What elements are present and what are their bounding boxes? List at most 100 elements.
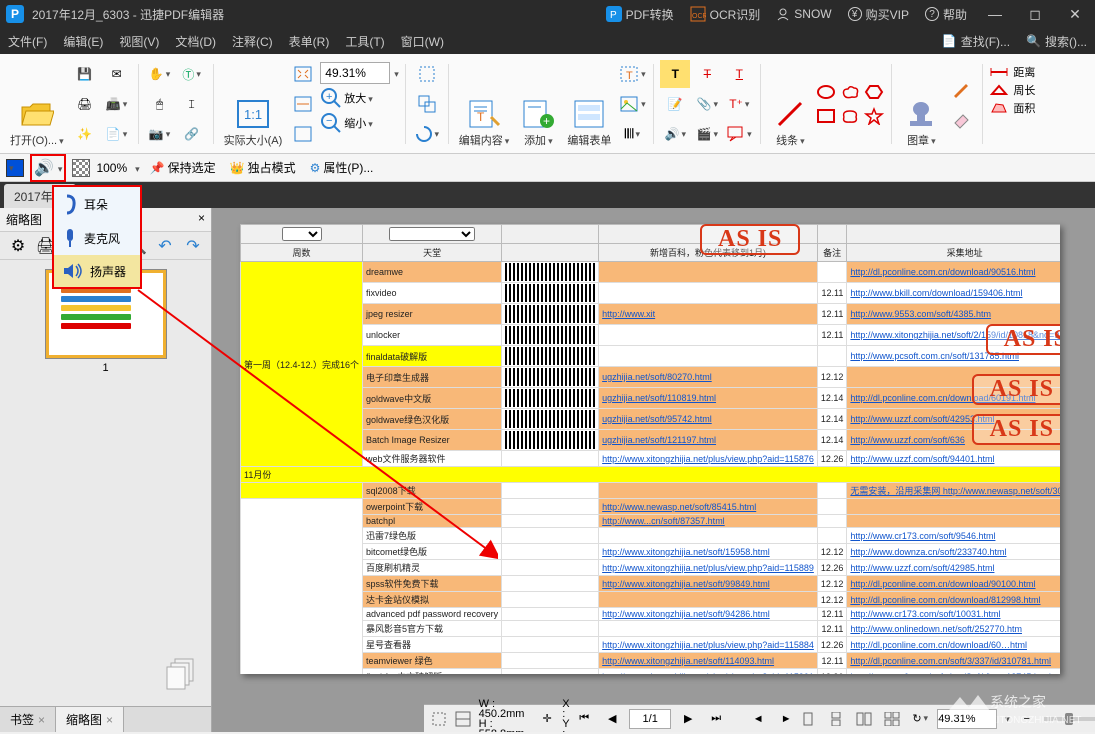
zoom-in-button[interactable]: +放大 [320, 87, 399, 109]
select-tool-button[interactable]: 🖱 [145, 90, 175, 118]
first-page-button[interactable]: ⏮ [573, 708, 595, 730]
new-button[interactable]: ✨ [70, 120, 100, 148]
bookmarks-tab[interactable]: 书签× [0, 707, 56, 732]
menu-form[interactable]: 表单(R) [281, 29, 338, 54]
user-button[interactable]: SNOW [768, 0, 839, 28]
actual-size-button[interactable]: 1:1 实际大小(A) [220, 58, 287, 150]
opacity-dropdown[interactable] [133, 161, 140, 175]
document-viewer[interactable]: AS IS AS IS AS IS AS IS 周数天堂新增百科，粉色代表移到1… [212, 208, 1095, 732]
fit-page-button[interactable] [288, 60, 318, 88]
ibeam-button[interactable]: 𝙸 [177, 90, 207, 118]
rotate-view-button[interactable]: ↻ [909, 708, 931, 730]
search-button[interactable]: 🔍搜索()... [1018, 29, 1095, 54]
email-button[interactable]: ✉ [102, 60, 132, 88]
shape-cloud[interactable] [839, 81, 861, 103]
menu-comment[interactable]: 注释(C) [224, 29, 281, 54]
rotate-button[interactable] [412, 120, 442, 148]
next-page-button[interactable]: ▶ [677, 708, 699, 730]
status-cursor-button[interactable]: ✛ [538, 708, 556, 730]
area-button[interactable]: 面积 [989, 100, 1035, 116]
status-layout-button[interactable] [454, 708, 472, 730]
fit-width-button[interactable] [288, 90, 318, 118]
page-copies-icon[interactable] [165, 657, 199, 696]
open-button[interactable]: 打开(O)... [6, 58, 68, 150]
zoom-input[interactable] [320, 62, 390, 84]
text-comment-button[interactable]: T⁺ [724, 90, 754, 118]
text-box-button[interactable]: T [617, 60, 647, 88]
note-button[interactable]: 📝 [660, 90, 690, 118]
nav-back-button[interactable]: ◄ [747, 708, 769, 730]
scan-button[interactable]: 📠 [102, 90, 132, 118]
add-button[interactable]: + 添加 [515, 58, 561, 150]
snapshot-button[interactable]: 📷 [145, 120, 175, 148]
edit-content-button[interactable]: T 编辑内容 [455, 58, 514, 150]
menu-view[interactable]: 视图(V) [111, 29, 167, 54]
print-button[interactable]: 🖨 [70, 90, 100, 118]
sound-option-speaker[interactable]: 扬声器 [54, 255, 140, 287]
thumb-options-button[interactable]: ⚙ [6, 234, 30, 258]
last-page-button[interactable]: ⏭ [705, 708, 727, 730]
callout-button[interactable] [724, 120, 754, 148]
shape-star[interactable] [863, 105, 885, 127]
shape-hexagon[interactable] [863, 81, 885, 103]
status-crop-button[interactable] [430, 708, 448, 730]
crop-button[interactable] [412, 60, 442, 88]
image-button[interactable] [617, 90, 647, 118]
eraser-button[interactable] [946, 105, 976, 133]
stamp-button[interactable]: 图章 [898, 58, 944, 150]
page-input[interactable] [629, 709, 671, 729]
pattern-swatch[interactable] [72, 159, 90, 177]
thumbnails-tab[interactable]: 缩略图× [56, 707, 124, 732]
barcode-button[interactable]: 𝄃𝄃𝄂 [617, 120, 647, 148]
lines-button[interactable]: 线条 [767, 58, 813, 150]
sound-button[interactable]: 🔊 [660, 120, 690, 148]
keep-selected-toggle[interactable]: 📌保持选定 [146, 157, 220, 178]
sound-option-mic[interactable]: 麦克风 [54, 221, 140, 255]
shape-ellipse[interactable] [815, 81, 837, 103]
menu-document[interactable]: 文档(D) [167, 29, 224, 54]
zoom-slider[interactable] [1044, 717, 1095, 721]
exclusive-mode-toggle[interactable]: 👑独占模式 [226, 157, 300, 178]
header-dropdown-1[interactable] [282, 227, 322, 241]
video-button[interactable]: 🎬 [692, 120, 722, 148]
header-dropdown-2[interactable] [389, 227, 475, 241]
zoom-out-button[interactable]: −缩小 [320, 112, 399, 134]
perimeter-button[interactable]: 周长 [989, 82, 1035, 98]
menu-file[interactable]: 文件(F) [0, 29, 55, 54]
sound-type-button[interactable]: 🔊 [34, 158, 54, 178]
blank-button[interactable]: 📄 [102, 120, 132, 148]
shape-rect[interactable] [815, 105, 837, 127]
thumb-rotate-right[interactable]: ↷ [181, 234, 205, 258]
view-continuous-button[interactable] [825, 708, 847, 730]
highlight-button[interactable]: T [660, 60, 690, 88]
nav-fwd-button[interactable]: ► [775, 708, 797, 730]
thumb-rotate-left[interactable]: ↶ [153, 234, 177, 258]
link-button[interactable]: 🔗 [177, 120, 207, 148]
sound-type-dropdown[interactable] [56, 161, 63, 175]
status-zoom-input[interactable] [937, 709, 997, 729]
find-button[interactable]: 📄查找(F)... [934, 29, 1018, 54]
hand-tool-button[interactable]: ✋ [145, 60, 175, 88]
underline-button[interactable]: T [724, 60, 754, 88]
ocr-button[interactable]: OCR OCR识别 [682, 0, 769, 28]
properties-button[interactable]: ⚙属性(P)... [306, 157, 378, 178]
pencil-button[interactable] [946, 75, 976, 103]
fill-color-swatch[interactable] [6, 159, 24, 177]
buy-vip-button[interactable]: ¥ 购买VIP [840, 0, 917, 28]
zoom-dropdown[interactable] [392, 64, 399, 82]
pdf-convert-button[interactable]: P PDF转换 [598, 0, 682, 28]
menu-window[interactable]: 窗口(W) [393, 29, 452, 54]
view-facing-cont-button[interactable] [881, 708, 903, 730]
close-button[interactable]: ✕ [1055, 0, 1095, 28]
view-facing-button[interactable] [853, 708, 875, 730]
edit-form-button[interactable]: 编辑表单 [563, 58, 615, 150]
save-button[interactable]: 💾 [70, 60, 100, 88]
distance-button[interactable]: 距离 [989, 64, 1035, 80]
view-single-button[interactable] [797, 708, 819, 730]
text-select-button[interactable]: Ⓣ [177, 60, 207, 88]
maximize-button[interactable]: ◻ [1015, 0, 1055, 28]
status-zoom-dropdown[interactable] [1003, 713, 1010, 725]
help-button[interactable]: ? 帮助 [917, 0, 975, 28]
zoom-out-status-button[interactable]: − [1016, 708, 1038, 730]
prev-page-button[interactable]: ◀ [601, 708, 623, 730]
